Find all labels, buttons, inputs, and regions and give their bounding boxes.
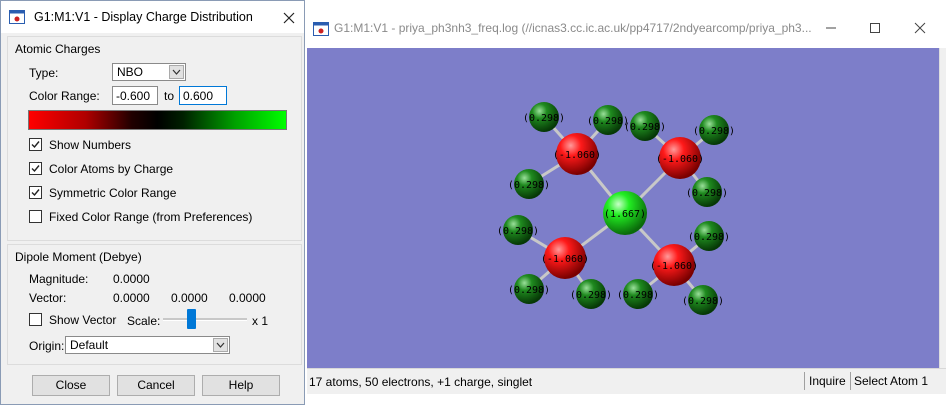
viewer-title: G1:M1:V1 - priya_ph3nh3_freq.log (//icna… (334, 21, 812, 35)
status-molecule-info: 17 atoms, 50 electrons, +1 charge, singl… (309, 375, 533, 389)
viewer-scrollbar[interactable] (939, 48, 946, 368)
hydrogen-atom-charge-label: (0.298) (508, 180, 550, 191)
close-button[interactable]: Close (32, 375, 110, 396)
hydrogen-atom-charge-label: (0.298) (508, 285, 550, 296)
molecule-viewer-window: G1:M1:V1 - priya_ph3nh3_freq.log (//icna… (307, 10, 946, 407)
vector-y-value: 0.0000 (171, 291, 208, 305)
hydrogen-atom[interactable]: (0.298) (587, 105, 629, 135)
color-atoms-checkbox[interactable] (29, 162, 42, 175)
range-to-label: to (164, 89, 175, 103)
magnitude-value: 0.0000 (113, 272, 150, 286)
hydrogen-atom-charge-label: (0.298) (624, 122, 666, 133)
hydrogen-atom-charge-label: (0.298) (688, 232, 730, 243)
molecule-canvas[interactable]: (0.298) (0.298) (0.298) (0.298) (0.298) (0.29… (307, 48, 939, 368)
charge-distribution-dialog: G1:M1:V1 - Display Charge Distribution A… (0, 0, 305, 405)
viewer-bottom-edge (307, 394, 946, 407)
checkmark-icon (31, 141, 40, 149)
color-atoms-label: Color Atoms by Charge (49, 162, 174, 176)
hydrogen-atom[interactable]: (0.298) (682, 285, 724, 315)
hydrogen-atom-charge-label: (0.298) (686, 188, 728, 199)
show-vector-checkbox[interactable] (29, 313, 42, 326)
hydrogen-atom-charge-label: (0.298) (497, 226, 539, 237)
help-button[interactable]: Help (202, 375, 280, 396)
gaussview-app-icon (9, 10, 25, 24)
maximize-icon[interactable] (864, 18, 886, 38)
hydrogen-atom[interactable]: (0.298) (508, 274, 550, 304)
gaussview-app-icon (313, 22, 329, 36)
phosphorus-atom-charge-label: (1.667) (604, 209, 646, 220)
magnitude-label: Magnitude: (29, 272, 89, 286)
nitrogen-atom-charge-label: (-1.060) (656, 154, 704, 165)
hydrogen-atom-charge-label: (0.298) (570, 290, 612, 301)
hydrogen-atom-charge-label: (0.298) (693, 126, 735, 137)
show-vector-label: Show Vector (49, 313, 117, 327)
hydrogen-atom-charge-label: (0.298) (682, 296, 724, 307)
symmetric-range-checkbox[interactable] (29, 186, 42, 199)
color-range-min-input[interactable] (112, 86, 158, 105)
phosphorus-atom[interactable]: (1.667) (603, 191, 647, 235)
dipole-moment-title: Dipole Moment (Debye) (15, 250, 142, 264)
minimize-icon[interactable] (820, 18, 842, 38)
show-numbers-label: Show Numbers (49, 138, 132, 152)
scale-slider-track[interactable] (163, 318, 247, 321)
color-range-max-input[interactable] (179, 86, 227, 105)
color-range-label: Color Range: (29, 89, 100, 103)
scale-value: x 1 (252, 314, 269, 328)
nitrogen-atom-charge-label: (-1.060) (650, 261, 698, 272)
viewer-titlebar[interactable]: G1:M1:V1 - priya_ph3nh3_freq.log (//icna… (307, 10, 946, 48)
fixed-range-checkbox[interactable] (29, 210, 42, 223)
charge-color-gradient-bar (28, 110, 287, 130)
hydrogen-atom-charge-label: (0.298) (587, 116, 629, 127)
hydrogen-atom-charge-label: (0.298) (617, 290, 659, 301)
origin-select[interactable]: Default (65, 336, 230, 354)
hydrogen-atom-charge-label: (0.298) (523, 113, 565, 124)
vector-label: Vector: (29, 291, 67, 305)
symmetric-range-label: Symmetric Color Range (49, 186, 177, 200)
cancel-button[interactable]: Cancel (117, 375, 195, 396)
nitrogen-atom-charge-label: (-1.060) (541, 254, 589, 265)
vector-z-value: 0.0000 (229, 291, 266, 305)
hydrogen-atom[interactable]: (0.298) (624, 111, 666, 141)
scale-slider-handle[interactable] (187, 309, 196, 329)
molecule-view[interactable]: (0.298) (0.298)(0.298)(0.298) (0.298)(0.29… (307, 48, 939, 368)
chevron-down-icon[interactable] (213, 338, 228, 352)
hydrogen-atom[interactable]: (0.298) (523, 102, 565, 132)
close-icon[interactable] (909, 18, 931, 38)
chevron-down-icon[interactable] (169, 65, 184, 79)
hydrogen-atom[interactable]: (0.298) (570, 279, 612, 309)
show-numbers-checkbox[interactable] (29, 138, 42, 151)
nitrogen-atom[interactable]: (-1.060) (553, 133, 601, 175)
checkmark-icon (31, 189, 40, 197)
vector-x-value: 0.0000 (113, 291, 150, 305)
charge-type-select[interactable]: NBO (112, 63, 186, 81)
atomic-charges-title: Atomic Charges (15, 42, 101, 56)
dialog-titlebar[interactable]: G1:M1:V1 - Display Charge Distribution (1, 1, 304, 33)
charge-type-value: NBO (117, 65, 144, 79)
status-action: Select Atom 1 (854, 374, 929, 388)
origin-label: Origin: (29, 339, 65, 353)
nitrogen-atom-charge-label: (-1.060) (553, 150, 601, 161)
status-mode: Inquire (804, 372, 851, 390)
fixed-range-label: Fixed Color Range (from Preferences) (49, 210, 253, 224)
close-icon[interactable] (277, 7, 301, 29)
dialog-title: G1:M1:V1 - Display Charge Distribution (34, 10, 253, 24)
status-bar: 17 atoms, 50 electrons, +1 charge, singl… (307, 368, 946, 394)
origin-value: Default (70, 338, 109, 352)
checkmark-icon (31, 165, 40, 173)
scale-label: Scale: (127, 314, 161, 328)
hydrogen-atom[interactable]: (0.298) (686, 177, 728, 207)
type-label: Type: (29, 66, 59, 80)
